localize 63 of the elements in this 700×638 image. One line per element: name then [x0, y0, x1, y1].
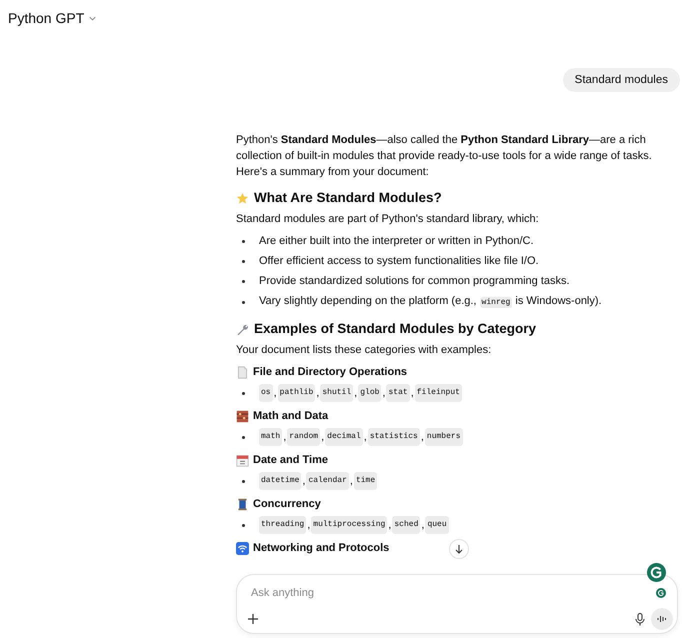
- user-message: Standard modules: [562, 68, 680, 92]
- comma: ,: [420, 430, 424, 445]
- bullet-item: Offer efficient access to system functionalities like file I/O.: [259, 254, 539, 269]
- category-heading: Math and Data: [253, 409, 328, 424]
- comma: ,: [321, 430, 324, 445]
- module-name: glob: [358, 384, 382, 402]
- comma: ,: [302, 474, 306, 489]
- plus-icon[interactable]: [247, 613, 259, 625]
- arrow-down-icon: [454, 544, 464, 554]
- module-name: stat: [386, 384, 410, 402]
- microphone-icon[interactable]: [635, 613, 645, 626]
- module-name: queu: [425, 516, 449, 534]
- comma: ,: [364, 430, 367, 445]
- model-title[interactable]: Python GPT: [8, 10, 84, 26]
- module-name: numbers: [424, 428, 462, 446]
- module-name: shutil: [320, 384, 354, 402]
- bullet-item: Vary slightly depending on the platform (e.g., winreg is Windows-only).: [259, 294, 602, 310]
- message-input[interactable]: Ask anything: [249, 585, 633, 601]
- comma: ,: [388, 518, 392, 533]
- document-icon: [236, 366, 249, 378]
- category-heading: File and Directory Operations: [253, 365, 408, 380]
- grammarly-icon[interactable]: [656, 588, 666, 598]
- comma: ,: [307, 518, 310, 533]
- comma: ,: [410, 386, 414, 401]
- bullet-item: Provide standardized solutions for common programming tasks.: [259, 274, 570, 289]
- comma: ,: [350, 474, 353, 489]
- module-name: multiprocessing: [311, 516, 388, 534]
- module-name: time: [354, 472, 378, 490]
- abacus-icon: [236, 410, 249, 422]
- star-icon: [236, 192, 249, 204]
- response-paragraph: Python's Standard Modules—also called the Python Standard Library—are a rich collection of built-in modules that provide ready-to-use tools for a wide range of tasks. Here's a summary from your document:: [236, 133, 653, 180]
- section-heading: Examples of Standard Modules by Category: [254, 321, 536, 337]
- category-heading: Concurrency: [253, 497, 321, 512]
- comma: ,: [274, 386, 277, 401]
- module-name: threading: [259, 516, 306, 534]
- spool-icon: [236, 498, 249, 510]
- module-name: pathlib: [278, 384, 316, 402]
- category-heading: Networking and Protocols: [253, 541, 390, 556]
- response-paragraph: Standard modules are part of Python's standard library, which:: [236, 212, 540, 227]
- module-name: datetime: [259, 472, 302, 490]
- comma: ,: [316, 386, 320, 401]
- wrench-icon: [236, 322, 249, 336]
- comma: ,: [382, 386, 386, 401]
- module-name: sched: [392, 516, 420, 534]
- scroll-down-button[interactable]: [449, 539, 469, 559]
- response-paragraph: Your document lists these categories with examples:: [236, 343, 492, 358]
- module-name: fileinput: [414, 384, 462, 402]
- comma: ,: [354, 386, 358, 401]
- module-name: math: [259, 428, 282, 446]
- comma: ,: [421, 518, 424, 533]
- module-name: calendar: [306, 472, 349, 490]
- section-heading: What Are Standard Modules?: [254, 190, 442, 206]
- waveform-icon: [657, 615, 667, 623]
- voice-button[interactable]: [651, 608, 673, 630]
- comma: ,: [283, 430, 286, 445]
- module-name: os: [259, 384, 273, 402]
- category-heading: Date and Time: [253, 453, 328, 468]
- wifi-icon: [236, 542, 249, 554]
- module-name: statistics: [368, 428, 420, 446]
- module-name: random: [287, 428, 320, 446]
- bullet-item: Are either built into the interpreter or written in Python/C.: [259, 234, 534, 249]
- module-name: decimal: [325, 428, 363, 446]
- calendar-icon: [236, 454, 249, 466]
